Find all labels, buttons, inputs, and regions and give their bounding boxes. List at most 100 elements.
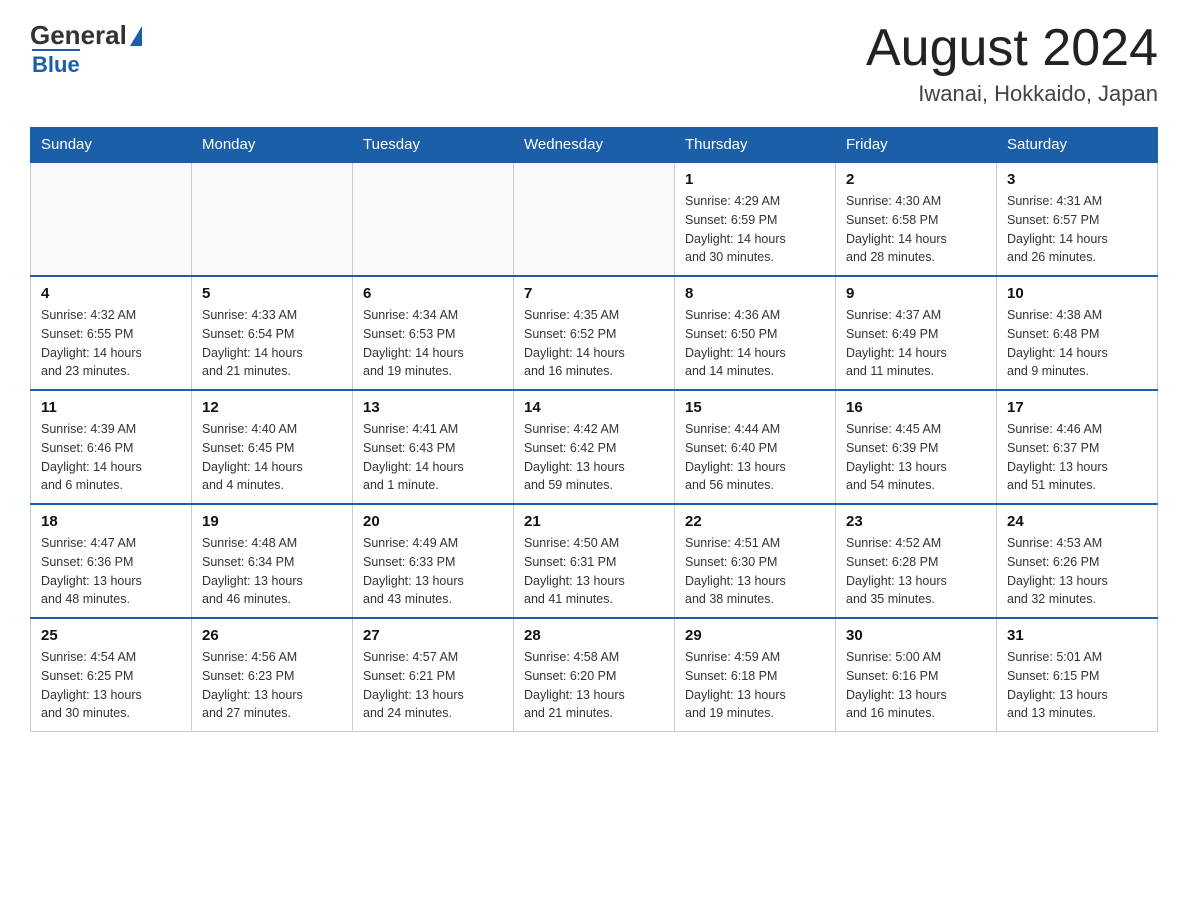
calendar-cell: 19 Sunrise: 4:48 AM Sunset: 6:34 PM Dayli… — [192, 504, 353, 618]
week-row-4: 18Sunrise: 4:47 AM Sunset: 6:36 PM Dayli… — [31, 504, 1158, 618]
calendar-cell: 16 Sunrise: 4:45 AM Sunset: 6:39 PM Dayli… — [836, 390, 997, 504]
calendar-cell: 1 Sunrise: 4:29 AM Sunset: 6:59 PM Daylig… — [675, 162, 836, 276]
day-number: 6 — [363, 285, 503, 302]
day-info: Sunrise: 4:54 AM Sunset: 6:25 PM Dayligh… — [41, 648, 181, 723]
day-number: 25 — [41, 627, 181, 644]
logo: General Blue — [30, 20, 143, 78]
day-info: Sunrise: 4:49 AM Sunset: 6:33 PM Dayligh… — [363, 534, 503, 609]
calendar-cell — [353, 162, 514, 276]
day-number: 7 — [524, 285, 664, 302]
day-number: 11 — [41, 399, 181, 416]
title-area: August 2024 Iwanai, Hokkaido, Japan — [866, 20, 1158, 107]
calendar-cell: 6 Sunrise: 4:34 AM Sunset: 6:53 PM Daylig… — [353, 276, 514, 390]
day-info: Sunrise: 4:41 AM Sunset: 6:43 PM Dayligh… — [363, 420, 503, 495]
day-info: Sunrise: 5:01 AM Sunset: 6:15 PM Dayligh… — [1007, 648, 1147, 723]
day-number: 12 — [202, 399, 342, 416]
calendar-cell: 31 Sunrise: 5:01 AM Sunset: 6:15 PM Dayli… — [997, 618, 1158, 732]
calendar-cell: 11 Sunrise: 4:39 AM Sunset: 6:46 PM Dayli… — [31, 390, 192, 504]
calendar-cell: 13 Sunrise: 4:41 AM Sunset: 6:43 PM Dayli… — [353, 390, 514, 504]
day-info: Sunrise: 4:34 AM Sunset: 6:53 PM Dayligh… — [363, 306, 503, 381]
weekday-header-sunday: Sunday — [31, 128, 192, 163]
week-row-2: 4 Sunrise: 4:32 AM Sunset: 6:55 PM Daylig… — [31, 276, 1158, 390]
day-number: 28 — [524, 627, 664, 644]
day-info: Sunrise: 4:59 AM Sunset: 6:18 PM Dayligh… — [685, 648, 825, 723]
day-number: 1 — [685, 171, 825, 188]
day-number: 10 — [1007, 285, 1147, 302]
day-number: 2 — [846, 171, 986, 188]
calendar-cell: 27Sunrise: 4:57 AM Sunset: 6:21 PM Dayli… — [353, 618, 514, 732]
day-info: Sunrise: 4:32 AM Sunset: 6:55 PM Dayligh… — [41, 306, 181, 381]
day-number: 22 — [685, 513, 825, 530]
calendar-cell: 20 Sunrise: 4:49 AM Sunset: 6:33 PM Dayli… — [353, 504, 514, 618]
calendar-cell: 26 Sunrise: 4:56 AM Sunset: 6:23 PM Dayli… — [192, 618, 353, 732]
weekday-header-friday: Friday — [836, 128, 997, 163]
calendar-cell: 10 Sunrise: 4:38 AM Sunset: 6:48 PM Dayli… — [997, 276, 1158, 390]
day-info: Sunrise: 4:35 AM Sunset: 6:52 PM Dayligh… — [524, 306, 664, 381]
day-number: 8 — [685, 285, 825, 302]
week-row-5: 25 Sunrise: 4:54 AM Sunset: 6:25 PM Dayli… — [31, 618, 1158, 732]
calendar-cell: 21Sunrise: 4:50 AM Sunset: 6:31 PM Dayli… — [514, 504, 675, 618]
day-info: Sunrise: 4:29 AM Sunset: 6:59 PM Dayligh… — [685, 192, 825, 267]
day-info: Sunrise: 4:53 AM Sunset: 6:26 PM Dayligh… — [1007, 534, 1147, 609]
day-info: Sunrise: 4:38 AM Sunset: 6:48 PM Dayligh… — [1007, 306, 1147, 381]
day-number: 16 — [846, 399, 986, 416]
day-number: 17 — [1007, 399, 1147, 416]
day-info: Sunrise: 4:47 AM Sunset: 6:36 PM Dayligh… — [41, 534, 181, 609]
day-number: 13 — [363, 399, 503, 416]
day-number: 9 — [846, 285, 986, 302]
calendar-cell: 22 Sunrise: 4:51 AM Sunset: 6:30 PM Dayli… — [675, 504, 836, 618]
day-number: 30 — [846, 627, 986, 644]
calendar-cell: 2 Sunrise: 4:30 AM Sunset: 6:58 PM Daylig… — [836, 162, 997, 276]
calendar-cell: 15 Sunrise: 4:44 AM Sunset: 6:40 PM Dayli… — [675, 390, 836, 504]
calendar-cell: 29 Sunrise: 4:59 AM Sunset: 6:18 PM Dayli… — [675, 618, 836, 732]
calendar-cell: 3 Sunrise: 4:31 AM Sunset: 6:57 PM Daylig… — [997, 162, 1158, 276]
day-info: Sunrise: 4:45 AM Sunset: 6:39 PM Dayligh… — [846, 420, 986, 495]
day-number: 4 — [41, 285, 181, 302]
weekday-header-monday: Monday — [192, 128, 353, 163]
day-number: 26 — [202, 627, 342, 644]
day-number: 19 — [202, 513, 342, 530]
day-info: Sunrise: 4:46 AM Sunset: 6:37 PM Dayligh… — [1007, 420, 1147, 495]
weekday-header-thursday: Thursday — [675, 128, 836, 163]
calendar-cell: 9 Sunrise: 4:37 AM Sunset: 6:49 PM Daylig… — [836, 276, 997, 390]
day-number: 24 — [1007, 513, 1147, 530]
day-info: Sunrise: 4:30 AM Sunset: 6:58 PM Dayligh… — [846, 192, 986, 267]
calendar-cell: 17 Sunrise: 4:46 AM Sunset: 6:37 PM Dayli… — [997, 390, 1158, 504]
calendar-title: August 2024 — [866, 20, 1158, 77]
day-info: Sunrise: 4:52 AM Sunset: 6:28 PM Dayligh… — [846, 534, 986, 609]
day-info: Sunrise: 4:40 AM Sunset: 6:45 PM Dayligh… — [202, 420, 342, 495]
day-info: Sunrise: 4:57 AM Sunset: 6:21 PM Dayligh… — [363, 648, 503, 723]
header: General Blue August 2024 Iwanai, Hokkaid… — [30, 20, 1158, 107]
day-info: Sunrise: 4:51 AM Sunset: 6:30 PM Dayligh… — [685, 534, 825, 609]
day-info: Sunrise: 4:36 AM Sunset: 6:50 PM Dayligh… — [685, 306, 825, 381]
calendar-cell — [31, 162, 192, 276]
weekday-header-row: SundayMondayTuesdayWednesdayThursdayFrid… — [31, 128, 1158, 163]
day-info: Sunrise: 4:33 AM Sunset: 6:54 PM Dayligh… — [202, 306, 342, 381]
calendar-table: SundayMondayTuesdayWednesdayThursdayFrid… — [30, 127, 1158, 732]
week-row-3: 11 Sunrise: 4:39 AM Sunset: 6:46 PM Dayli… — [31, 390, 1158, 504]
day-number: 29 — [685, 627, 825, 644]
day-number: 3 — [1007, 171, 1147, 188]
calendar-cell: 14Sunrise: 4:42 AM Sunset: 6:42 PM Dayli… — [514, 390, 675, 504]
day-number: 15 — [685, 399, 825, 416]
week-row-1: 1 Sunrise: 4:29 AM Sunset: 6:59 PM Daylig… — [31, 162, 1158, 276]
calendar-cell — [192, 162, 353, 276]
day-info: Sunrise: 4:31 AM Sunset: 6:57 PM Dayligh… — [1007, 192, 1147, 267]
day-number: 20 — [363, 513, 503, 530]
calendar-cell: 30Sunrise: 5:00 AM Sunset: 6:16 PM Dayli… — [836, 618, 997, 732]
logo-blue-text: Blue — [32, 49, 80, 78]
day-info: Sunrise: 4:39 AM Sunset: 6:46 PM Dayligh… — [41, 420, 181, 495]
day-info: Sunrise: 4:58 AM Sunset: 6:20 PM Dayligh… — [524, 648, 664, 723]
weekday-header-saturday: Saturday — [997, 128, 1158, 163]
logo-triangle-icon — [130, 26, 142, 46]
day-info: Sunrise: 4:56 AM Sunset: 6:23 PM Dayligh… — [202, 648, 342, 723]
weekday-header-tuesday: Tuesday — [353, 128, 514, 163]
day-info: Sunrise: 4:50 AM Sunset: 6:31 PM Dayligh… — [524, 534, 664, 609]
calendar-cell: 25 Sunrise: 4:54 AM Sunset: 6:25 PM Dayli… — [31, 618, 192, 732]
calendar-cell: 23Sunrise: 4:52 AM Sunset: 6:28 PM Dayli… — [836, 504, 997, 618]
day-info: Sunrise: 4:44 AM Sunset: 6:40 PM Dayligh… — [685, 420, 825, 495]
day-number: 31 — [1007, 627, 1147, 644]
day-info: Sunrise: 4:37 AM Sunset: 6:49 PM Dayligh… — [846, 306, 986, 381]
day-info: Sunrise: 4:48 AM Sunset: 6:34 PM Dayligh… — [202, 534, 342, 609]
calendar-cell: 28 Sunrise: 4:58 AM Sunset: 6:20 PM Dayli… — [514, 618, 675, 732]
